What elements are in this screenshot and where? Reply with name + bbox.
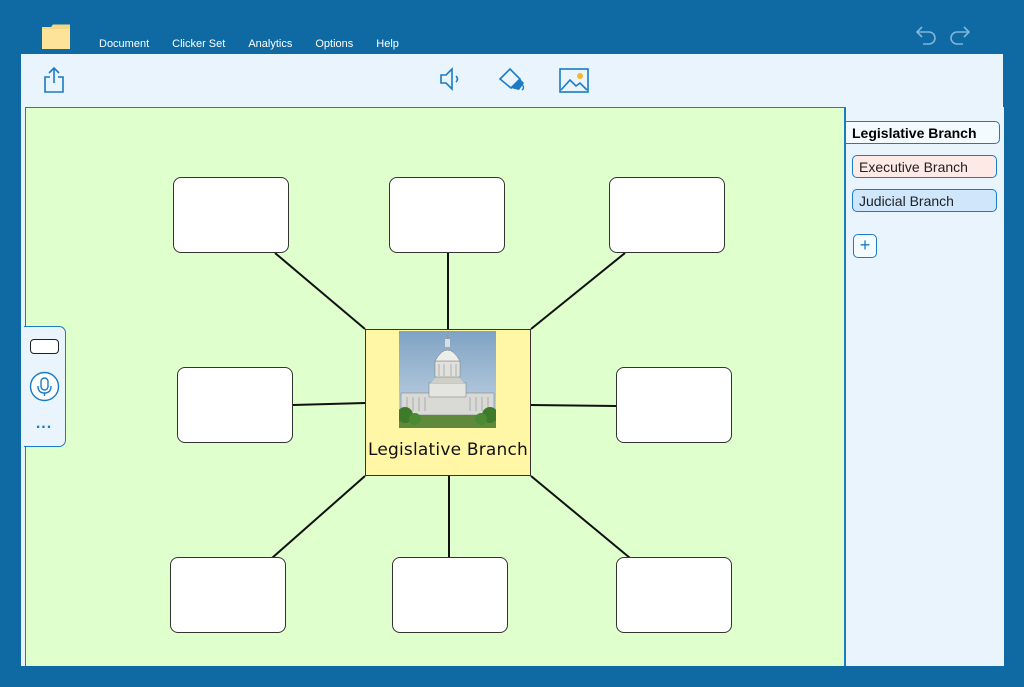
speaker-icon[interactable] [439,66,463,92]
redo-icon[interactable] [947,24,971,46]
mindmap-center-node[interactable]: Legislative Branch [365,329,531,476]
main-window: Legislative Branch Legislative Branch Ex… [21,54,1004,666]
add-page-button[interactable]: + [853,234,877,258]
mindmap-box-middle-right[interactable] [616,367,732,443]
add-box-icon[interactable] [30,339,59,354]
mindmap-box-bottom-center[interactable] [392,557,508,633]
title-bar: Document Clicker Set Analytics Options H… [0,0,1024,54]
toolbar [21,54,1003,106]
mindmap-box-top-center[interactable] [389,177,505,253]
image-icon[interactable] [559,68,589,93]
page-tab-judicial-branch[interactable]: Judicial Branch [852,189,997,212]
page-tab-legislative-branch[interactable]: Legislative Branch [846,121,1000,144]
center-node-label: Legislative Branch [367,440,529,460]
page-sidebar: Legislative Branch Executive Branch Judi… [845,107,1004,666]
undo-icon[interactable] [915,24,939,46]
page-tab-executive-branch[interactable]: Executive Branch [852,155,997,178]
menu-options[interactable]: Options [315,38,353,50]
capitol-building-image [399,331,496,428]
menu-bar: Document Clicker Set Analytics Options H… [99,38,422,50]
left-tool-panel: ... [24,326,66,447]
mindmap-box-middle-left[interactable] [177,367,293,443]
mindmap-box-bottom-left[interactable] [170,557,286,633]
menu-help[interactable]: Help [376,38,399,50]
folder-icon[interactable] [42,24,70,49]
microphone-icon[interactable] [29,371,60,402]
menu-clicker-set[interactable]: Clicker Set [172,38,225,50]
more-options-button[interactable]: ... [24,415,64,433]
mindmap-box-top-right[interactable] [609,177,725,253]
mindmap-box-top-left[interactable] [173,177,289,253]
mindmap-canvas[interactable]: Legislative Branch [25,107,845,666]
menu-document[interactable]: Document [99,38,149,50]
mindmap-box-bottom-right[interactable] [616,557,732,633]
share-icon[interactable] [43,66,65,94]
menu-analytics[interactable]: Analytics [248,38,292,50]
fill-bucket-icon[interactable] [497,66,527,92]
